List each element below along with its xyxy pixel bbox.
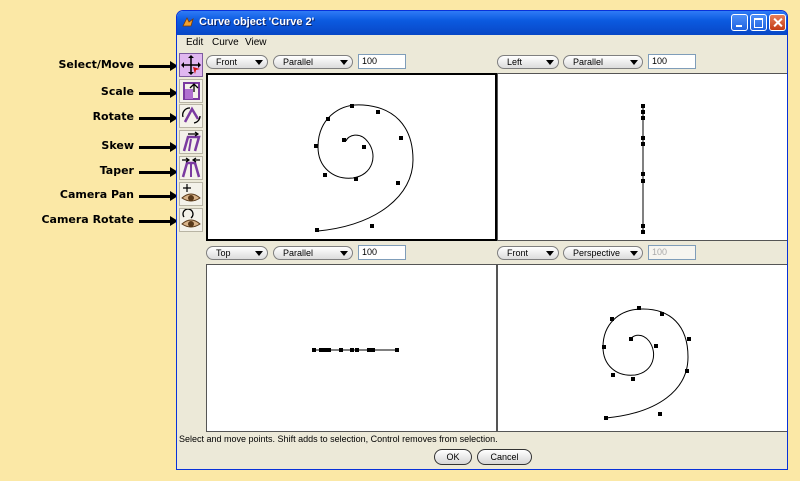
callout-rotate: Rotate bbox=[92, 110, 134, 123]
chevron-down-icon bbox=[340, 251, 348, 256]
rotate-icon bbox=[182, 106, 201, 124]
callout-scale: Scale bbox=[100, 85, 134, 98]
status-text: Select and move points. Shift adds to se… bbox=[179, 434, 498, 444]
view-direction-dropdown[interactable]: Front bbox=[497, 246, 559, 260]
menu-bar: Edit Curve View bbox=[177, 35, 787, 52]
chevron-down-icon bbox=[630, 60, 638, 65]
callout-arrow bbox=[139, 61, 178, 71]
taper-icon bbox=[181, 157, 201, 178]
menu-curve[interactable]: Curve bbox=[212, 37, 239, 48]
chevron-down-icon bbox=[546, 251, 554, 256]
view-direction-value: Front bbox=[216, 57, 238, 67]
viewport-perspective[interactable] bbox=[497, 264, 787, 432]
view-direction-value: Left bbox=[507, 57, 523, 67]
curve-spiral bbox=[314, 104, 414, 232]
callout-arrow bbox=[139, 113, 178, 123]
callout-skew: Skew bbox=[101, 139, 134, 152]
curve-perspective-view bbox=[602, 306, 691, 420]
title-bar[interactable]: Curve object 'Curve 2' bbox=[177, 11, 787, 35]
callout-taper: Taper bbox=[99, 164, 134, 177]
scale-field: 100 bbox=[648, 245, 696, 260]
curve-side-view bbox=[641, 104, 645, 234]
curve-top-view bbox=[312, 348, 399, 352]
cancel-button[interactable]: Cancel bbox=[477, 449, 532, 465]
view-direction-dropdown[interactable]: Top bbox=[206, 246, 268, 260]
maximize-button[interactable] bbox=[750, 14, 767, 31]
close-button[interactable] bbox=[769, 14, 786, 31]
projection-dropdown[interactable]: Parallel bbox=[273, 55, 353, 69]
view-direction-value: Front bbox=[507, 248, 529, 258]
viewport-left[interactable] bbox=[497, 73, 787, 241]
camera-pan-icon bbox=[181, 184, 201, 202]
view-direction-value: Top bbox=[216, 248, 231, 258]
callout-arrow bbox=[139, 216, 178, 226]
chevron-down-icon bbox=[255, 60, 263, 65]
callout-select-move: Select/Move bbox=[58, 58, 134, 71]
projection-value: Perspective bbox=[573, 248, 621, 258]
callout-camera-rotate: Camera Rotate bbox=[41, 213, 134, 226]
projection-dropdown[interactable]: Parallel bbox=[563, 55, 643, 69]
chevron-down-icon bbox=[546, 60, 554, 65]
callout-arrow bbox=[139, 167, 178, 177]
chevron-down-icon bbox=[255, 251, 263, 256]
app-icon bbox=[182, 17, 194, 27]
menu-edit[interactable]: Edit bbox=[186, 37, 203, 48]
projection-value: Parallel bbox=[573, 57, 604, 67]
rotate-tool[interactable] bbox=[179, 104, 203, 128]
skew-tool[interactable] bbox=[179, 130, 203, 154]
menu-view[interactable]: View bbox=[245, 37, 267, 48]
callout-camera-pan: Camera Pan bbox=[59, 188, 134, 201]
projection-value: Parallel bbox=[283, 57, 314, 67]
view-direction-dropdown[interactable]: Left bbox=[497, 55, 559, 69]
minimize-button[interactable] bbox=[731, 14, 748, 31]
window-title: Curve object 'Curve 2' bbox=[199, 16, 315, 28]
select-move-tool[interactable] bbox=[179, 53, 203, 77]
camera-rotate-icon bbox=[181, 209, 201, 228]
callout-arrow bbox=[139, 88, 178, 98]
scale-field[interactable]: 100 bbox=[358, 54, 406, 69]
viewport-top[interactable] bbox=[206, 264, 497, 432]
select-move-icon bbox=[181, 55, 201, 75]
ok-button[interactable]: OK bbox=[434, 449, 472, 465]
scale-field[interactable]: 100 bbox=[648, 54, 696, 69]
scale-field[interactable]: 100 bbox=[358, 245, 406, 260]
chevron-down-icon bbox=[630, 251, 638, 256]
chevron-down-icon bbox=[340, 60, 348, 65]
taper-tool[interactable] bbox=[179, 156, 203, 180]
callout-arrow bbox=[139, 142, 178, 152]
callout-arrow bbox=[139, 191, 178, 201]
projection-dropdown[interactable]: Perspective bbox=[563, 246, 643, 260]
viewport-front[interactable] bbox=[206, 73, 497, 241]
skew-icon bbox=[182, 131, 201, 152]
scale-tool[interactable] bbox=[179, 79, 203, 103]
camera-rotate-tool[interactable] bbox=[179, 208, 203, 232]
scale-icon bbox=[183, 82, 200, 100]
camera-pan-tool[interactable] bbox=[179, 182, 203, 206]
projection-value: Parallel bbox=[283, 248, 314, 258]
projection-dropdown[interactable]: Parallel bbox=[273, 246, 353, 260]
curve-editor-window: Curve object 'Curve 2' Edit Curve View F… bbox=[176, 10, 788, 470]
view-direction-dropdown[interactable]: Front bbox=[206, 55, 268, 69]
